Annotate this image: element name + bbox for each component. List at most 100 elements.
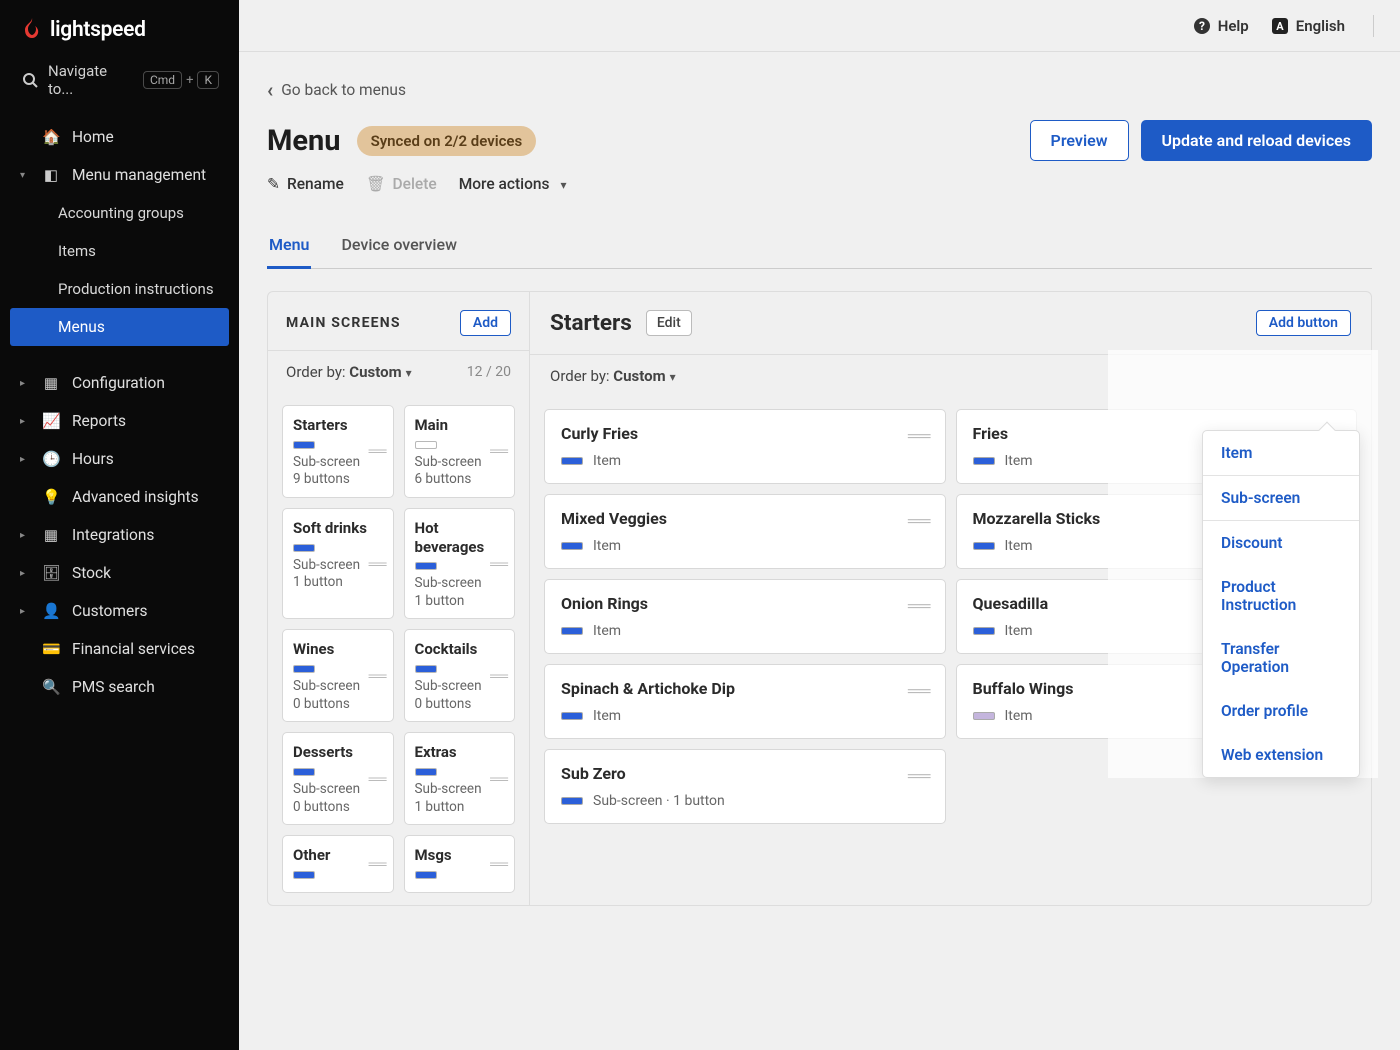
dropdown-item[interactable]: Order profile: [1203, 689, 1359, 733]
nav-stock[interactable]: ▸🗄Stock: [0, 554, 239, 592]
drag-handle-icon[interactable]: ══: [908, 681, 931, 701]
drag-handle-icon[interactable]: ══: [490, 555, 506, 572]
drag-handle-icon[interactable]: ══: [908, 766, 931, 786]
drag-handle-icon[interactable]: ══: [369, 770, 385, 787]
screen-card[interactable]: Main Sub-screen6 buttons ══: [404, 405, 516, 498]
screen-card[interactable]: Wines Sub-screen0 buttons ══: [282, 629, 394, 722]
back-link[interactable]: Go back to menus: [267, 72, 1372, 120]
color-chip: [293, 665, 315, 673]
nav-menu-management[interactable]: ▾◧Menu management: [0, 156, 239, 194]
item-meta: Item: [561, 453, 929, 469]
item-meta: Item: [561, 538, 929, 554]
update-devices-button[interactable]: Update and reload devices: [1141, 120, 1372, 161]
dropdown-item[interactable]: Transfer Operation: [1203, 627, 1359, 689]
dropdown-item[interactable]: Web extension: [1203, 733, 1359, 777]
drag-handle-icon[interactable]: ══: [369, 555, 385, 572]
preview-button[interactable]: Preview: [1030, 120, 1129, 161]
nav-list: 🏠Home ▾◧Menu management Accounting group…: [0, 110, 239, 346]
item-title: Spinach & Artichoke Dip: [561, 679, 929, 698]
menu-icon: ◧: [42, 166, 60, 184]
item-card[interactable]: Onion Rings Item ══: [544, 579, 946, 654]
drag-handle-icon[interactable]: ══: [908, 511, 931, 531]
drag-handle-icon[interactable]: ══: [490, 856, 506, 873]
screen-card[interactable]: Other ══: [282, 835, 394, 893]
screen-card[interactable]: Soft drinks Sub-screen1 button ══: [282, 508, 394, 620]
more-actions[interactable]: More actions: [459, 175, 567, 193]
color-chip: [293, 441, 315, 449]
drag-handle-icon[interactable]: ══: [908, 426, 931, 446]
card-title: Soft drinks: [293, 519, 383, 538]
screen-card[interactable]: Extras Sub-screen1 button ══: [404, 732, 516, 825]
order-row-right[interactable]: Order by: Custom: [530, 354, 1371, 397]
card-title: Desserts: [293, 743, 383, 762]
caret-down-icon: [402, 363, 412, 381]
drag-handle-icon[interactable]: ══: [369, 667, 385, 684]
dropdown-item[interactable]: Product Instruction: [1203, 565, 1359, 627]
screen-cards: Starters Sub-screen9 buttons ══Main Sub-…: [268, 393, 529, 905]
drag-handle-icon[interactable]: ══: [490, 667, 506, 684]
drag-handle-icon[interactable]: ══: [369, 443, 385, 460]
nav-configuration[interactable]: ▸▦Configuration: [0, 364, 239, 402]
drag-handle-icon[interactable]: ══: [490, 770, 506, 787]
nav-production-instructions[interactable]: Production instructions: [0, 270, 239, 308]
drag-handle-icon[interactable]: ══: [908, 596, 931, 616]
nav-customers[interactable]: ▸👤Customers: [0, 592, 239, 630]
screen-card[interactable]: Starters Sub-screen9 buttons ══: [282, 405, 394, 498]
color-chip: [561, 627, 583, 635]
add-screen-button[interactable]: Add: [460, 310, 511, 336]
right-header: Starters Edit Add button: [530, 292, 1371, 354]
item-card[interactable]: Sub Zero Sub-screen · 1 button ══: [544, 749, 946, 824]
nav-accounting-groups[interactable]: Accounting groups: [0, 194, 239, 232]
chevron-right-icon: ▸: [20, 568, 25, 579]
screen-card[interactable]: Desserts Sub-screen0 buttons ══: [282, 732, 394, 825]
pencil-icon: ✎: [267, 175, 280, 193]
nav-home[interactable]: 🏠Home: [0, 118, 239, 156]
item-meta: Item: [561, 623, 929, 639]
topbar: ? Help A English: [239, 0, 1400, 52]
action-row: ✎Rename 🗑Delete More actions: [267, 175, 1372, 193]
rename-action[interactable]: ✎Rename: [267, 175, 344, 193]
card-title: Cocktails: [415, 640, 505, 659]
dropdown-item[interactable]: Item: [1203, 431, 1359, 475]
help-link[interactable]: ? Help: [1193, 17, 1249, 35]
tab-menu[interactable]: Menu: [267, 223, 311, 269]
nav-insights[interactable]: 💡Advanced insights: [0, 478, 239, 516]
screen-card[interactable]: Cocktails Sub-screen0 buttons ══: [404, 629, 516, 722]
content: Go back to menus Menu Synced on 2/2 devi…: [239, 52, 1400, 1050]
tab-device-overview[interactable]: Device overview: [339, 223, 458, 268]
add-button-button[interactable]: Add button: [1256, 310, 1351, 336]
nav-items[interactable]: Items: [0, 232, 239, 270]
trash-icon: 🗑: [366, 175, 386, 193]
chevron-right-icon: ▸: [20, 606, 25, 617]
item-title: Curly Fries: [561, 424, 929, 443]
lightbulb-icon: 💡: [42, 488, 60, 506]
caret-down-icon: [557, 175, 567, 193]
drag-handle-icon[interactable]: ══: [369, 856, 385, 873]
item-card[interactable]: Spinach & Artichoke Dip Item ══: [544, 664, 946, 739]
item-card[interactable]: Mixed Veggies Item ══: [544, 494, 946, 569]
search-icon: [22, 72, 38, 88]
edit-screen-button[interactable]: Edit: [646, 310, 692, 336]
nav-integrations[interactable]: ▸▦Integrations: [0, 516, 239, 554]
screen-card[interactable]: Msgs ══: [404, 835, 516, 893]
nav-pms[interactable]: 🔍PMS search: [0, 668, 239, 706]
language-selector[interactable]: A English: [1271, 17, 1345, 35]
sync-badge: Synced on 2/2 devices: [357, 126, 537, 156]
nav-menus[interactable]: Menus: [10, 308, 229, 346]
sidebar: lightspeed Navigate to... Cmd + K 🏠Home …: [0, 0, 239, 1050]
card-title: Hot beverages: [415, 519, 505, 557]
card-title: Wines: [293, 640, 383, 659]
screen-card[interactable]: Hot beverages Sub-screen1 button ══: [404, 508, 516, 620]
nav-hours[interactable]: ▸🕒Hours: [0, 440, 239, 478]
nav-financial[interactable]: 💳Financial services: [0, 630, 239, 668]
nav-reports[interactable]: ▸📈Reports: [0, 402, 239, 440]
drag-handle-icon[interactable]: ══: [490, 443, 506, 460]
color-chip: [293, 768, 315, 776]
stock-icon: 🗄: [42, 564, 60, 582]
item-card[interactable]: Curly Fries Item ══: [544, 409, 946, 484]
order-row-left[interactable]: Order by: Custom 12 / 20: [268, 350, 529, 393]
dropdown-item[interactable]: Sub-screen: [1203, 475, 1359, 520]
nav-search[interactable]: Navigate to... Cmd + K: [0, 56, 239, 110]
chevron-right-icon: ▸: [20, 530, 25, 541]
dropdown-item[interactable]: Discount: [1203, 520, 1359, 565]
